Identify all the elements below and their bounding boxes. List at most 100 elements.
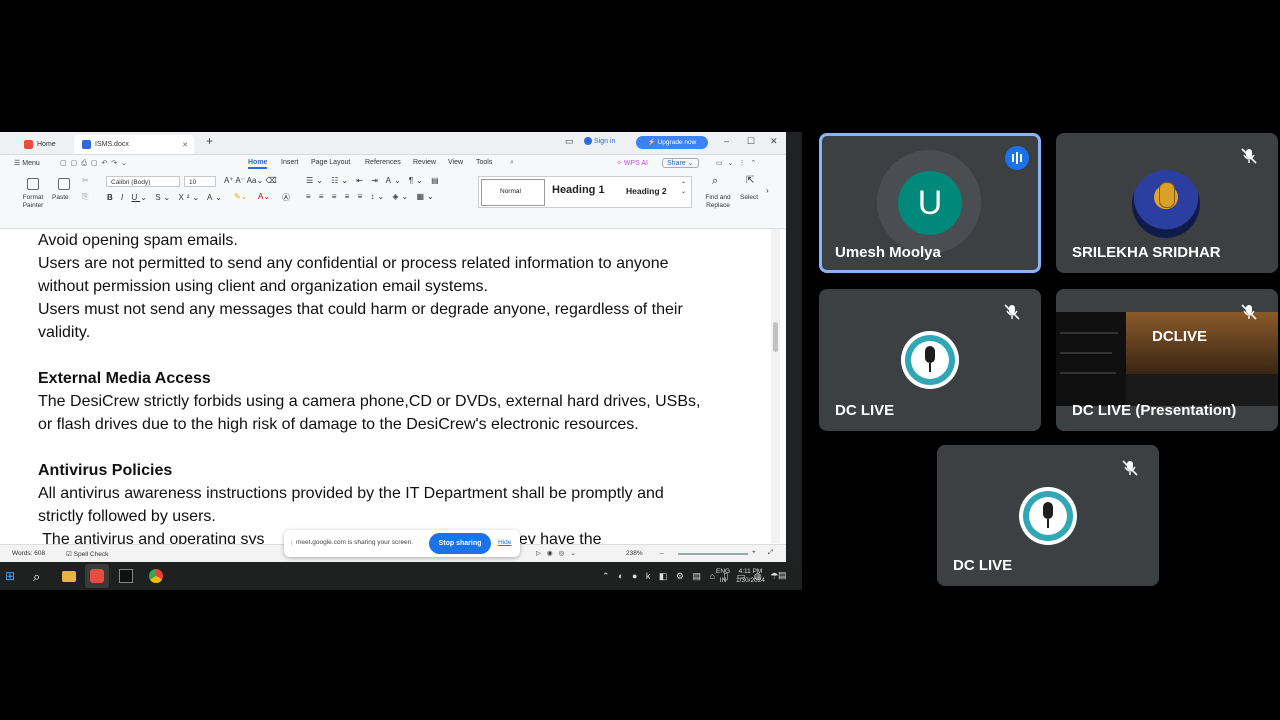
quick-access-icons[interactable]: ▢▢⎙▢↶↷⌄ [60, 159, 131, 168]
dclive-avatar [1019, 487, 1077, 545]
alignment-icons[interactable]: ≡ ≡ ≡ ≡ ≡ ↕⌄ ◈⌄ ▦⌄ [306, 192, 437, 201]
toolbar-extra-icons[interactable]: ▭⌄⋮⌃ [716, 159, 761, 167]
menu-home[interactable]: Home [248, 159, 268, 169]
doc-heading: External Media Access [38, 370, 211, 387]
menu-view[interactable]: View [448, 159, 463, 166]
style-heading-2[interactable]: Heading 2 [626, 186, 667, 196]
participant-name: SRILEKHA SRIDHAR [1072, 244, 1221, 261]
notification-icon[interactable]: ▤ [778, 570, 787, 581]
participant-name: DC LIVE (Presentation) [1072, 402, 1237, 419]
highlight-icon[interactable]: ✎⌄ [234, 192, 247, 201]
wps-writer-window: Home ISMS.docx ✕ + ▭ Sign in ⚡ Upgrade n… [0, 132, 786, 562]
menu-page-layout[interactable]: Page Layout [311, 159, 350, 166]
char-shading-icon[interactable]: Ⓐ [282, 192, 290, 203]
search-icon[interactable]: ⌕ [33, 569, 47, 584]
zoom-level[interactable]: 238% [626, 550, 643, 557]
styles-scroll-icon[interactable]: ⌃ ⌄ [681, 181, 686, 195]
text-format-icons[interactable]: B I U⌄ S⌄ X²⌄ A⌄ [107, 193, 225, 202]
stop-sharing-button[interactable]: Stop sharing [429, 533, 491, 554]
wps-logo-icon [24, 140, 33, 149]
hide-banner-link[interactable]: Hide [498, 539, 511, 546]
paste-icon [58, 178, 70, 190]
participant-tile-umesh[interactable]: U Umesh Moolya [819, 133, 1041, 273]
font-size-select[interactable]: 10 [184, 176, 216, 187]
vertical-scrollbar[interactable] [771, 229, 780, 543]
scrollbar-thumb[interactable] [773, 322, 778, 352]
upgrade-button[interactable]: ⚡ Upgrade now [636, 136, 708, 149]
maximize-icon[interactable]: ☐ [747, 136, 755, 147]
screen-share-banner: ⋮ meet.google.com is sharing your screen… [284, 530, 520, 557]
chrome-icon[interactable] [149, 569, 163, 583]
participant-name: Umesh Moolya [835, 244, 941, 261]
menu-tools[interactable]: Tools [476, 159, 492, 166]
file-explorer-icon[interactable] [62, 571, 76, 582]
zoom-in-icon[interactable]: + [752, 549, 756, 556]
document-body: Avoid opening spam emails. Users are not… [38, 229, 758, 551]
select-button[interactable]: Select [740, 194, 758, 201]
clock[interactable]: 4:11 PM 1/30/2024 [736, 567, 765, 585]
search-icon[interactable]: ⌕ [510, 159, 514, 167]
close-window-icon[interactable]: ✕ [770, 136, 778, 147]
drag-handle-icon[interactable]: ⋮ [288, 539, 295, 547]
participant-tile-dclive-presentation[interactable]: DCLIVE DC LIVE (Presentation) [1056, 289, 1278, 431]
menu-review[interactable]: Review [413, 159, 436, 166]
font-grow-icon[interactable]: A⁺ A⁻ Aa⌄ ⌫ [224, 176, 277, 185]
language-indicator[interactable]: ENG IN [716, 567, 730, 585]
spell-check-button[interactable]: ☑ Spell Check [66, 550, 108, 558]
close-tab-icon[interactable]: ✕ [182, 141, 188, 149]
ribbon-more-icon[interactable]: › [766, 186, 769, 195]
zoom-out-icon[interactable]: – [660, 550, 664, 557]
doc-line: Users must not send any messages that co… [38, 301, 683, 318]
paste-button[interactable]: Paste [52, 194, 69, 201]
windows-taskbar: ⊞ ⌕ ⌃ ◐ ● k ◧ ⚙ ▤ ⌂ ▯ ▭ ◍ ☂ ENG IN 4:11 P… [0, 562, 802, 590]
muted-mic-icon [1122, 460, 1138, 476]
find-replace-button[interactable]: Find and Replace [702, 194, 734, 210]
fullscreen-icon[interactable]: ⤢ [768, 549, 773, 557]
doc-line: without permission using client and orga… [38, 278, 488, 295]
word-count[interactable]: Words: 608 [12, 550, 45, 557]
zoom-slider[interactable] [678, 553, 748, 555]
document-page[interactable]: Avoid opening spam emails. Users are not… [0, 229, 786, 548]
menu-button[interactable]: ☰ Menu [14, 159, 40, 167]
wps-ai-button[interactable]: ✧ WPS AI [616, 159, 648, 167]
styles-gallery: Normal Heading 1 Heading 2 ⌃ ⌄ [478, 176, 692, 208]
copy-icon[interactable]: ⎘ [82, 192, 88, 202]
minimize-icon[interactable]: – [724, 136, 729, 146]
format-painter-button[interactable]: Format Painter [20, 194, 46, 210]
cut-icon[interactable]: ✂ [82, 176, 89, 185]
doc-heading: Antivirus Policies [38, 462, 173, 479]
avatar [1132, 170, 1200, 238]
doc-line: Avoid opening spam emails. [38, 232, 238, 249]
layout-icon[interactable]: ▭ [565, 136, 574, 147]
wps-taskbar-item[interactable] [85, 564, 109, 588]
share-button[interactable]: Share ⌄ [662, 158, 699, 168]
participant-tile-dclive-1[interactable]: DC LIVE [819, 289, 1041, 431]
tab-bar: Home ISMS.docx ✕ + ▭ Sign in ⚡ Upgrade n… [0, 132, 786, 155]
view-mode-icons[interactable]: ▷◉◎⌄ [536, 549, 582, 557]
avatar: U [898, 171, 962, 235]
style-normal[interactable]: Normal [481, 179, 545, 206]
tab-document[interactable]: ISMS.docx ✕ [74, 135, 194, 154]
menu-insert[interactable]: Insert [281, 159, 299, 166]
style-heading-1[interactable]: Heading 1 [552, 184, 605, 196]
new-tab-icon[interactable]: + [206, 134, 213, 148]
windows-start-icon[interactable]: ⊞ [5, 569, 19, 583]
sign-in-button[interactable]: Sign in [584, 137, 615, 145]
participant-tile-dclive-2[interactable]: DC LIVE [937, 445, 1159, 586]
preview-title: DCLIVE [1152, 328, 1208, 345]
microphone-icon [1043, 502, 1053, 519]
microphone-icon [925, 346, 935, 363]
terminal-icon[interactable] [119, 569, 133, 583]
doc-line [38, 436, 758, 459]
preview-sidebar [1056, 312, 1126, 406]
find-icon: ⌕ [712, 175, 719, 187]
wps-app-icon [90, 569, 104, 583]
font-name-select[interactable]: Calibri (Body) [106, 176, 180, 187]
tab-home[interactable]: Home [16, 135, 72, 154]
participant-tile-srilekha[interactable]: SRILEKHA SRIDHAR [1056, 133, 1278, 273]
doc-line [38, 344, 758, 367]
menu-references[interactable]: References [365, 159, 401, 166]
paragraph-list-icons[interactable]: ☰⌄ ☷⌄ ⇤ ⇥ A⌄ ¶⌄ ▤ [306, 176, 442, 185]
menu-bar: ☰ Menu ▢▢⎙▢↶↷⌄ Home Insert Page Layout R… [0, 155, 786, 172]
font-color-icon[interactable]: A⌄ [258, 192, 270, 201]
